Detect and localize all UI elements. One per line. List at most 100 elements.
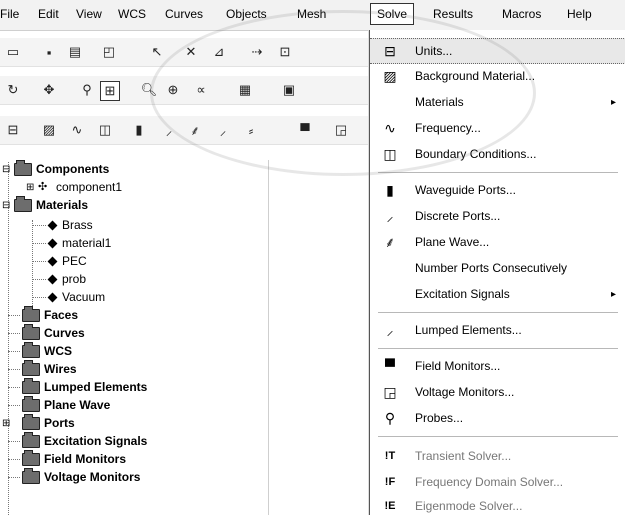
expander-icon[interactable]: ⊞ <box>2 418 22 429</box>
delete-icon[interactable]: ✕ <box>182 43 200 61</box>
voltage-monitor-toolbar-icon[interactable]: ◲ <box>332 121 350 139</box>
menu-item-eigenmode-solver[interactable]: !E Eigenmode Solver... <box>370 494 625 518</box>
menu-bar: File Edit View WCS Curves Objects Mesh S… <box>0 0 625 31</box>
toolbar-3: ⊟ ▨ ∿ ◫ ▮ ⸝ ⸙ ⸝ ⸗ ▀ ◲ <box>0 116 370 145</box>
menu-mesh[interactable]: Mesh <box>297 7 326 21</box>
menu-view[interactable]: View <box>76 7 102 21</box>
field-monitor-toolbar-icon[interactable]: ▀ <box>296 121 314 139</box>
tree-item-ports[interactable]: ⊞ Ports <box>2 413 75 432</box>
tree-connector <box>8 351 20 352</box>
menu-item-label: Eigenmode Solver... <box>415 499 523 513</box>
menu-item-number-ports[interactable]: Number Ports Consecutively <box>370 256 625 280</box>
window-icon[interactable]: ⊡ <box>276 43 294 61</box>
menu-item-transient-solver[interactable]: !T Transient Solver... <box>370 444 625 468</box>
tree-item-plane-wave[interactable]: Plane Wave <box>8 395 110 414</box>
perspective-icon[interactable]: ∝ <box>192 81 210 99</box>
background-toolbar-icon[interactable]: ▨ <box>40 121 58 139</box>
rotate-icon[interactable]: ↻ <box>4 81 22 99</box>
folder-icon <box>22 359 40 376</box>
menu-item-waveguide-ports[interactable]: ▮ Waveguide Ports... <box>370 178 625 202</box>
tree-connector <box>32 243 46 244</box>
submenu-arrow-icon: ▸ <box>610 288 616 300</box>
menu-item-materials[interactable]: Materials ▸ <box>370 90 625 114</box>
menu-curves[interactable]: Curves <box>165 7 203 21</box>
transform-icon[interactable]: ⇢ <box>248 43 266 61</box>
menu-item-units[interactable]: ⊟ Units... <box>370 38 625 64</box>
menu-results[interactable]: Results <box>433 7 473 21</box>
zoom-fit-icon[interactable]: ⊕ <box>164 81 182 99</box>
menu-item-field-monitors[interactable]: ▀ Field Monitors... <box>370 354 625 378</box>
tree-item-voltage-monitors[interactable]: Voltage Monitors <box>8 467 140 486</box>
tree-item-component1[interactable]: ⊞ ✣ component1 <box>26 178 122 196</box>
dynamic-zoom-icon[interactable]: ⚲ <box>78 81 96 99</box>
tree-connector <box>32 297 46 298</box>
menu-wcs[interactable]: WCS <box>118 7 146 21</box>
print-icon[interactable]: ▤ <box>66 43 84 61</box>
save-icon[interactable]: ▪ <box>40 43 58 61</box>
folder-icon <box>22 413 40 430</box>
menu-help[interactable]: Help <box>567 7 592 21</box>
zoom-icon[interactable]: 🔍︎ <box>140 81 158 99</box>
menu-solve[interactable]: Solve <box>370 3 415 25</box>
tree-item-wcs[interactable]: WCS <box>8 341 72 360</box>
tree-item-label: Lumped Elements <box>44 380 148 394</box>
frequency-toolbar-icon[interactable]: ∿ <box>68 121 86 139</box>
menu-item-boundary-conditions[interactable]: ◫ Boundary Conditions... <box>370 142 625 166</box>
tree-item-pec[interactable]: PEC <box>32 252 87 270</box>
menu-item-frequency[interactable]: ∿ Frequency... <box>370 116 625 140</box>
menu-item-frequency-domain-solver[interactable]: !F Frequency Domain Solver... <box>370 470 625 494</box>
probe-toolbar-icon[interactable]: ⸗ <box>242 121 260 139</box>
boundary-toolbar-icon[interactable]: ◫ <box>96 121 114 139</box>
menu-file[interactable]: File <box>0 7 19 21</box>
tree-item-material1[interactable]: material1 <box>32 234 111 252</box>
submenu-arrow-icon: ▸ <box>610 96 616 108</box>
pick-icon[interactable]: ⊿ <box>210 43 228 61</box>
help-pointer-icon[interactable]: ↖ <box>148 43 166 61</box>
discrete-port-toolbar-icon[interactable]: ⸝ <box>160 121 178 139</box>
waveguide-toolbar-icon[interactable]: ▮ <box>130 121 148 139</box>
tree-item-components[interactable]: ⊟ Components <box>2 160 109 178</box>
units-toolbar-icon[interactable]: ⊟ <box>4 121 22 139</box>
pan-icon[interactable]: ✥ <box>40 81 58 99</box>
shading-icon[interactable]: ▣ <box>280 81 298 99</box>
tree-item-lumped-elements[interactable]: Lumped Elements <box>8 377 148 396</box>
tree-connector <box>8 405 20 406</box>
tree-item-label: Curves <box>44 326 85 340</box>
copy-icon[interactable]: ◰ <box>100 43 118 61</box>
tree-item-wires[interactable]: Wires <box>8 359 77 378</box>
menu-item-plane-wave[interactable]: ⸙ Plane Wave... <box>370 230 625 254</box>
zoom-window-icon[interactable]: ⊞ <box>100 81 120 101</box>
tree-item-prob[interactable]: prob <box>32 270 86 288</box>
tree-item-faces[interactable]: Faces <box>8 305 78 324</box>
menu-item-probes[interactable]: ⚲ Probes... <box>370 406 625 430</box>
menu-objects[interactable]: Objects <box>226 7 267 21</box>
material-icon <box>47 220 58 230</box>
menu-item-voltage-monitors[interactable]: ◲ Voltage Monitors... <box>370 380 625 404</box>
tree-item-field-monitors[interactable]: Field Monitors <box>8 449 126 468</box>
menu-item-lumped-elements[interactable]: ⸝ Lumped Elements... <box>370 318 625 342</box>
tree-item-curves[interactable]: Curves <box>8 323 85 342</box>
plane-wave-toolbar-icon[interactable]: ⸙ <box>186 121 204 139</box>
folder-icon <box>22 377 40 394</box>
tree-item-excitation-signals[interactable]: Excitation Signals <box>8 431 147 450</box>
menu-item-discrete-ports[interactable]: ⸝ Discrete Ports... <box>370 204 625 228</box>
menu-item-excitation-signals[interactable]: Excitation Signals ▸ <box>370 282 625 306</box>
model-view[interactable] <box>269 160 369 515</box>
expander-icon[interactable]: ⊞ <box>26 182 38 193</box>
tree-item-brass[interactable]: Brass <box>32 216 93 234</box>
expander-icon[interactable]: ⊟ <box>2 164 14 175</box>
menu-macros[interactable]: Macros <box>502 7 541 21</box>
wireframe-icon[interactable]: ▦ <box>236 81 254 99</box>
expander-icon[interactable]: ⊟ <box>2 200 14 211</box>
lumped-toolbar-icon[interactable]: ⸝ <box>214 121 232 139</box>
menu-edit[interactable]: Edit <box>38 7 59 21</box>
lumped-element-icon: ⸝ <box>386 321 394 338</box>
tree-item-vacuum[interactable]: Vacuum <box>32 288 105 306</box>
menu-item-label: Number Ports Consecutively <box>415 261 568 275</box>
open-icon[interactable]: ▭ <box>4 43 22 61</box>
discrete-port-icon: ⸝ <box>386 207 394 224</box>
tree-connector <box>8 477 20 478</box>
tree-item-materials[interactable]: ⊟ Materials <box>2 195 88 214</box>
transient-solver-icon: !T <box>384 450 396 462</box>
menu-item-background-material[interactable]: ▨ Background Material... <box>370 64 625 88</box>
